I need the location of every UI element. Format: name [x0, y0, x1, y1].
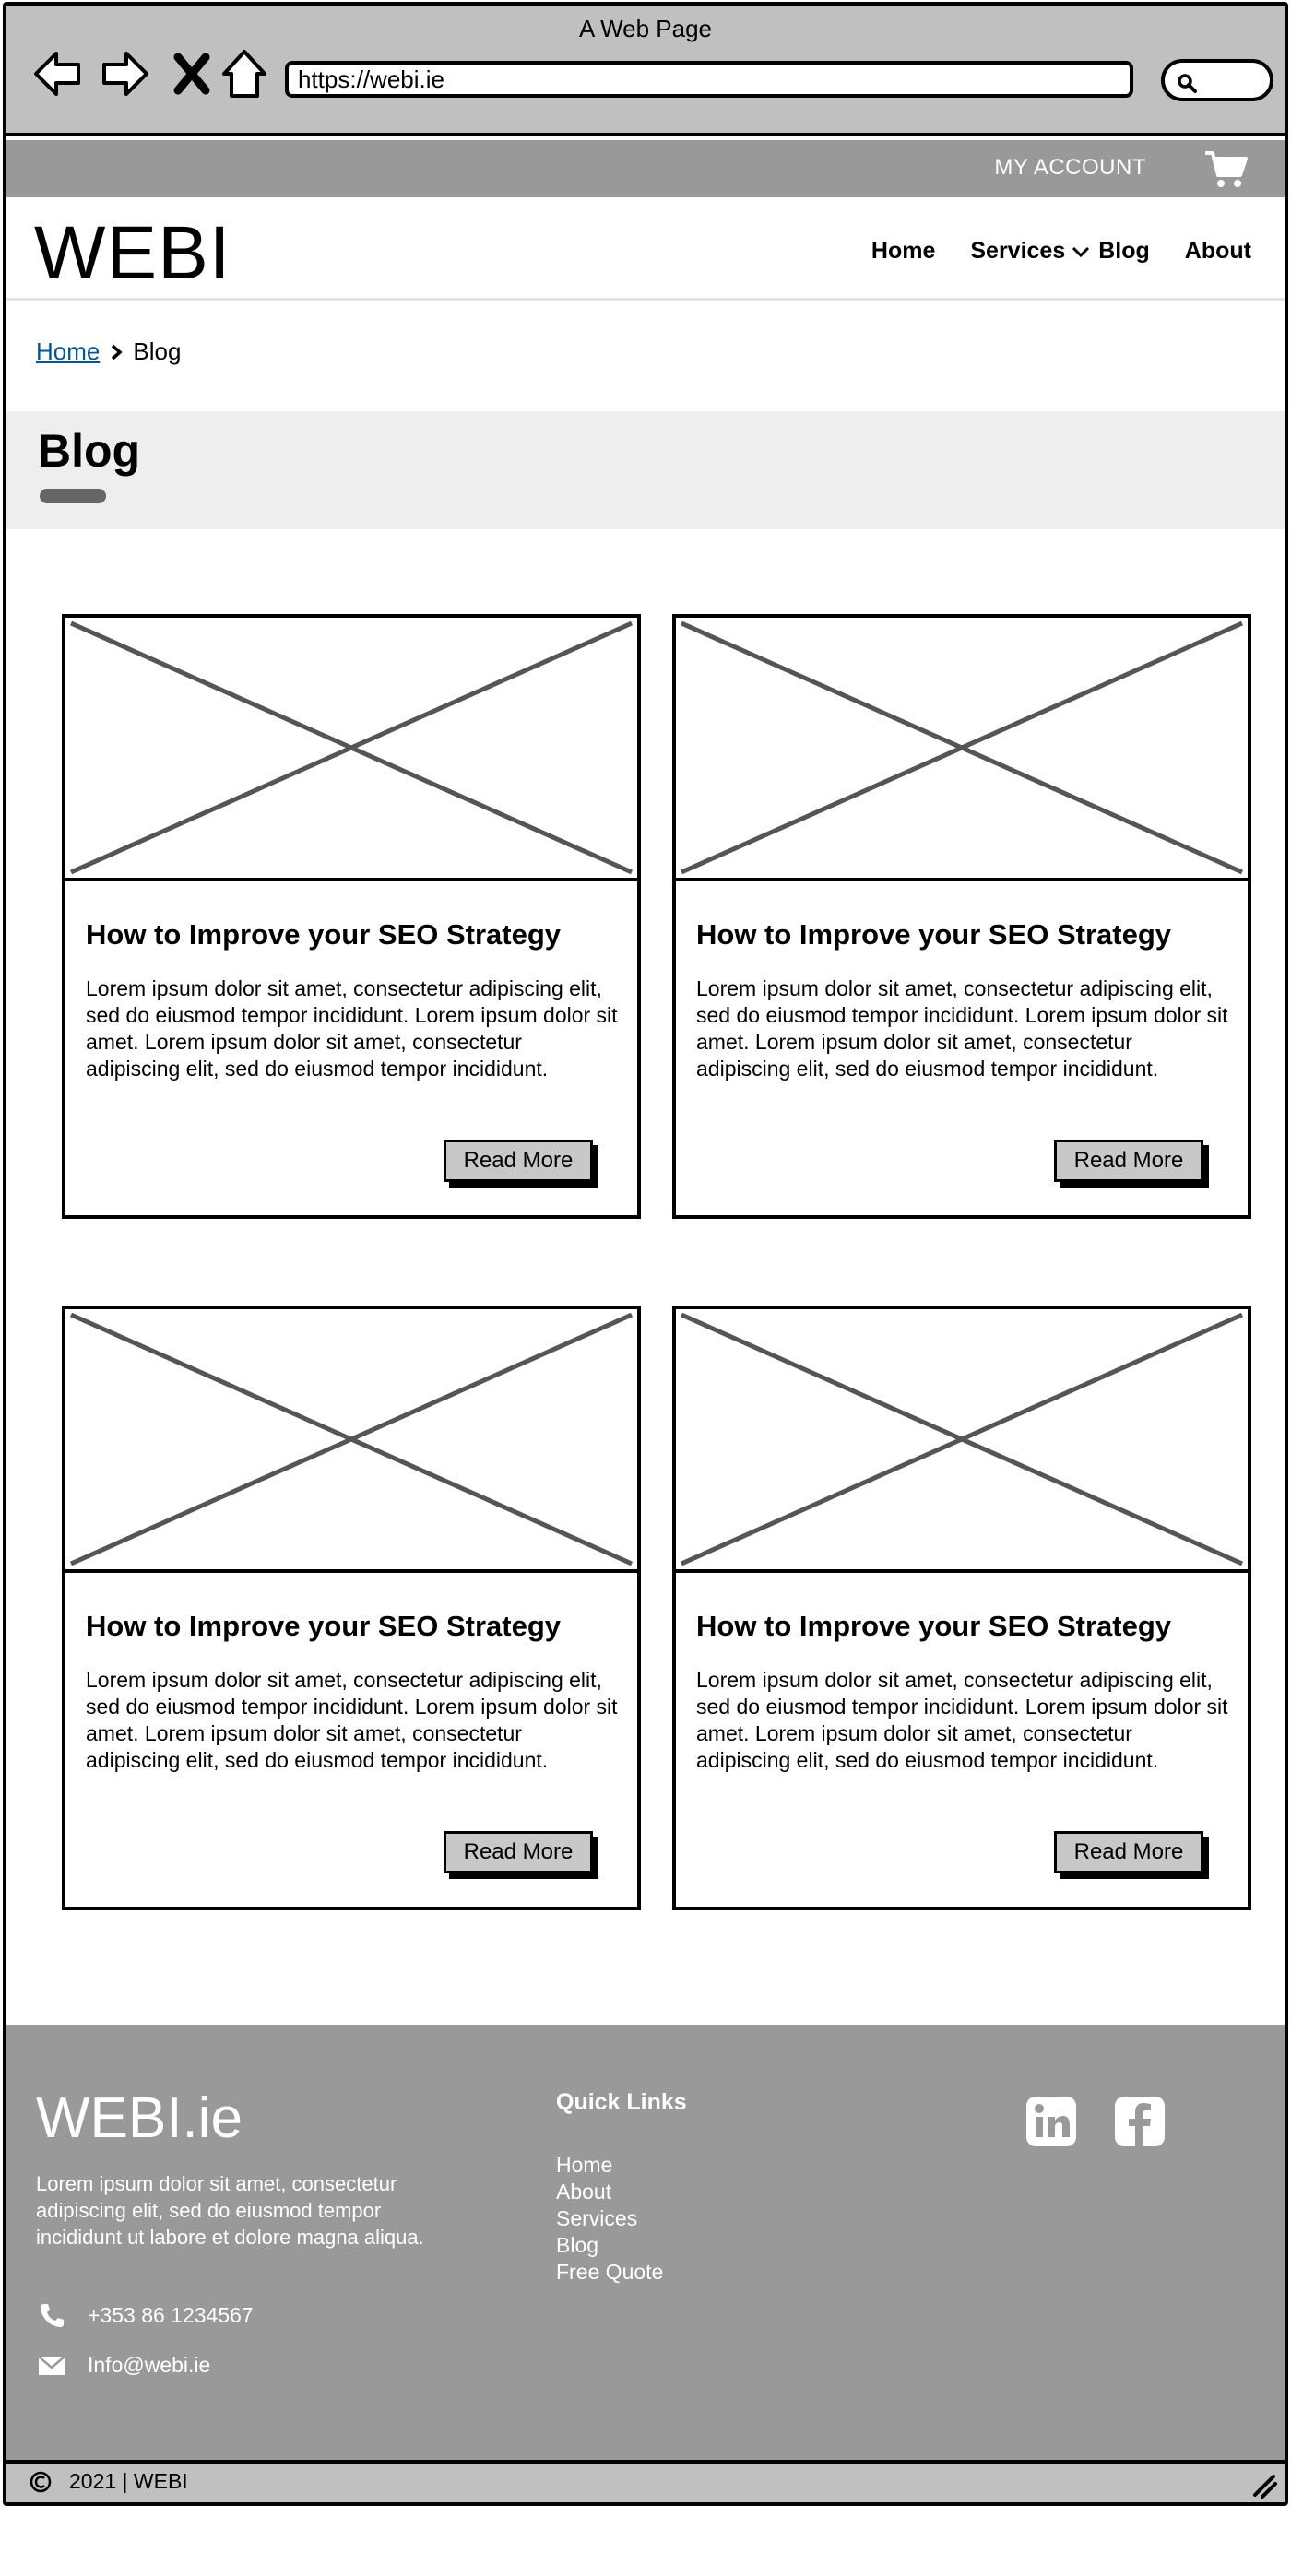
footer-description: Lorem ipsum dolor sit amet, consectetur …	[36, 2172, 424, 2249]
image-placeholder	[65, 618, 637, 881]
card-title[interactable]: How to Improve your SEO Strategy	[696, 918, 1171, 951]
copyright: 2021 | WEBI	[29, 2469, 188, 2494]
card-excerpt: Lorem ipsum dolor sit amet, consectetur …	[696, 976, 1228, 1081]
quick-link[interactable]: Free Quote	[556, 2259, 663, 2286]
nav-services[interactable]: Services	[970, 238, 1091, 265]
image-placeholder-icon	[69, 620, 634, 875]
quick-links-list: Home About Services Blog Free Quote	[556, 2152, 663, 2286]
forward-button[interactable]	[97, 46, 152, 101]
image-placeholder-icon	[69, 1312, 634, 1566]
nav-blog[interactable]: Blog	[1098, 238, 1150, 265]
copyright-icon	[30, 2471, 52, 2492]
card-title[interactable]: How to Improve your SEO Strategy	[696, 1610, 1171, 1643]
stop-button[interactable]	[169, 46, 215, 101]
image-placeholder	[65, 1309, 637, 1573]
quick-link[interactable]: Services	[556, 2205, 663, 2232]
arrow-left-icon	[34, 52, 80, 96]
blog-card: How to Improve your SEO Strategy Lorem i…	[672, 614, 1251, 1219]
phone-icon	[41, 2304, 64, 2327]
footer-logo[interactable]: WEBI.ie	[36, 2086, 243, 2151]
read-more-button[interactable]: Read More	[444, 1140, 593, 1182]
page-title-band: Blog	[6, 411, 1285, 529]
browser-chrome: A Web Page https://webi.ie	[6, 6, 1285, 136]
title-underline	[40, 489, 106, 503]
nav-about[interactable]: About	[1185, 238, 1251, 265]
back-button[interactable]	[30, 46, 86, 101]
read-more-button[interactable]: Read More	[1054, 1140, 1203, 1182]
email-address: Info@webi.ie	[88, 2352, 211, 2377]
blog-card: How to Improve your SEO Strategy Lorem i…	[62, 614, 641, 1219]
copyright-text: 2021 | WEBI	[69, 2469, 188, 2493]
read-more-button[interactable]: Read More	[1054, 1831, 1203, 1873]
close-icon	[173, 53, 210, 95]
breadcrumb-home-link[interactable]: Home	[36, 337, 100, 366]
card-excerpt: Lorem ipsum dolor sit amet, consectetur …	[86, 1668, 618, 1772]
arrow-right-icon	[102, 52, 148, 96]
browser-search-button[interactable]	[1161, 59, 1273, 101]
search-icon	[1178, 74, 1197, 93]
home-icon	[222, 50, 266, 98]
image-placeholder	[676, 618, 1248, 881]
nav-services-label: Services	[970, 238, 1066, 264]
facebook-icon[interactable]	[1113, 2095, 1167, 2148]
site-footer: WEBI.ie Lorem ipsum dolor sit amet, cons…	[6, 2025, 1285, 2465]
blog-card: How to Improve your SEO Strategy Lorem i…	[62, 1306, 641, 1910]
site-header: WEBI Home Services Blog About	[6, 197, 1285, 301]
site-logo[interactable]: WEBI	[34, 210, 231, 297]
main-nav: Home Services Blog About	[871, 238, 1251, 265]
quick-links-title: Quick Links	[556, 2089, 687, 2115]
url-input[interactable]: https://webi.ie	[285, 61, 1133, 98]
envelope-icon	[38, 2356, 65, 2375]
browser-window: A Web Page https://webi.ie MY ACCOUNT WE…	[3, 2, 1288, 2506]
quick-link[interactable]: Home	[556, 2152, 663, 2179]
nav-home[interactable]: Home	[871, 238, 935, 265]
phone-number: +353 86 1234567	[88, 2302, 254, 2327]
quick-link[interactable]: About	[556, 2179, 663, 2205]
my-account-link[interactable]: MY ACCOUNT	[994, 155, 1146, 181]
status-bar: 2021 | WEBI	[6, 2460, 1285, 2502]
card-excerpt: Lorem ipsum dolor sit amet, consectetur …	[696, 1668, 1228, 1772]
chevron-right-icon	[112, 344, 124, 360]
footer-phone[interactable]: +353 86 1234567	[38, 2301, 254, 2329]
cart-icon[interactable]	[1203, 149, 1248, 190]
quick-link[interactable]: Blog	[556, 2232, 663, 2259]
linkedin-icon[interactable]	[1025, 2095, 1078, 2148]
card-excerpt: Lorem ipsum dolor sit amet, consectetur …	[86, 976, 618, 1081]
image-placeholder-icon	[680, 620, 1244, 875]
card-title[interactable]: How to Improve your SEO Strategy	[86, 1610, 561, 1643]
footer-email[interactable]: Info@webi.ie	[38, 2351, 210, 2379]
window-title: A Web Page	[578, 15, 713, 42]
image-placeholder-icon	[680, 1312, 1244, 1566]
image-placeholder	[676, 1309, 1248, 1573]
chevron-down-icon	[1072, 246, 1090, 257]
home-button[interactable]	[219, 46, 270, 101]
read-more-button[interactable]: Read More	[444, 1831, 593, 1873]
card-title[interactable]: How to Improve your SEO Strategy	[86, 918, 561, 951]
breadcrumb-current: Blog	[133, 337, 182, 365]
resize-grip-icon[interactable]	[1250, 2471, 1277, 2499]
breadcrumb: Home Blog	[36, 337, 181, 366]
page-title: Blog	[38, 425, 141, 477]
utility-bar: MY ACCOUNT	[6, 140, 1285, 197]
blog-card: How to Improve your SEO Strategy Lorem i…	[672, 1306, 1251, 1910]
